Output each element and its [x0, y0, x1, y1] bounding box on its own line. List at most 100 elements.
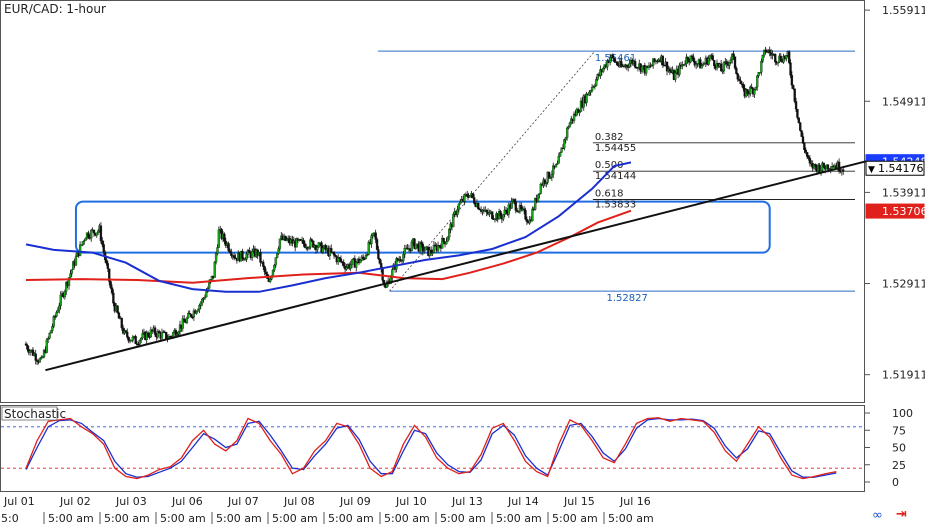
candle-body: [589, 90, 592, 93]
candle-body: [334, 255, 337, 257]
candle-body: [45, 339, 48, 353]
stochastic-tick-label: 75: [892, 424, 906, 437]
candle-body: [539, 183, 542, 194]
candle-body: [764, 49, 767, 52]
candle-body: [196, 309, 200, 312]
candle-body: [473, 197, 476, 204]
candle-body: [837, 161, 841, 172]
candle-body: [414, 244, 418, 249]
candle-body: [47, 338, 50, 341]
candle-body: [806, 152, 809, 157]
candle-body: [138, 340, 141, 345]
candle-body: [241, 250, 244, 259]
forex-chart[interactable]: 1.55911 1.54911 1.53911 1.52911 1.51911 100 7…: [0, 0, 925, 525]
candle-body: [106, 263, 110, 269]
candle-body: [332, 252, 336, 256]
candle-body: [227, 243, 230, 251]
candle-body: [445, 241, 448, 245]
candle-body: [158, 331, 161, 334]
candle-body: [274, 257, 277, 266]
candle-body: [738, 79, 741, 81]
candle-body: [524, 210, 527, 220]
candle-body: [826, 164, 830, 170]
candle-body: [457, 203, 461, 210]
candle-body: [842, 169, 845, 172]
candle-body: [381, 268, 384, 281]
candle-body: [56, 309, 60, 313]
time-label: 5:00 am: [272, 512, 318, 525]
candle-body: [364, 255, 368, 259]
candle-body: [101, 240, 104, 245]
candle-body: [264, 271, 268, 275]
candle-body: [742, 84, 745, 89]
candle-body: [402, 254, 405, 261]
candle-body: [750, 86, 753, 89]
candle-body: [273, 264, 276, 271]
candle-body: [216, 247, 219, 254]
candle-body: [758, 72, 762, 74]
time-label: 5:00 am: [552, 512, 598, 525]
swing-low-label: 1.52827: [607, 293, 648, 304]
candle-body: [768, 49, 771, 53]
candle-body: [491, 211, 494, 219]
candle-body: [797, 117, 800, 123]
candle-body: [63, 291, 66, 298]
candle-body: [385, 284, 388, 288]
stochastic-panel: [0, 405, 865, 492]
candle-body: [171, 332, 175, 337]
time-label: 5:00 am: [160, 512, 206, 525]
candle-body: [504, 209, 508, 212]
candle-body: [578, 111, 581, 114]
candle-body: [263, 266, 266, 273]
current-price-arrow-icon: ▼: [868, 165, 875, 175]
candle-body: [785, 55, 788, 59]
candle-body: [733, 56, 737, 69]
stochastic-tick-label: 25: [892, 459, 906, 472]
candle-body: [753, 89, 756, 95]
candle-body: [176, 334, 179, 336]
candle-body: [633, 61, 637, 68]
candle-body: [822, 162, 825, 168]
time-label-start: 5:0: [1, 512, 19, 525]
candle-body: [338, 257, 341, 259]
time-label: 5:00 am: [440, 512, 486, 525]
candle-body: [442, 238, 445, 242]
candle-body: [520, 205, 523, 210]
candle-body: [213, 262, 216, 278]
candle-body: [126, 331, 129, 338]
candle-body: [120, 317, 123, 328]
candle-body: [95, 232, 98, 236]
date-label: Jul 06: [171, 495, 203, 508]
time-label: 5:00 am: [216, 512, 262, 525]
candle-body: [563, 139, 566, 149]
candle-body: [59, 294, 62, 306]
candle-body: [804, 149, 807, 153]
scroll-to-end-icon[interactable]: ⇥: [896, 507, 907, 522]
candle-body: [81, 241, 85, 245]
candle-body: [131, 336, 134, 341]
candle-body: [592, 86, 595, 88]
candle-body: [796, 108, 799, 118]
link-icon[interactable]: ∞: [872, 508, 883, 523]
candle-body: [366, 254, 369, 256]
candle-body: [801, 136, 805, 144]
candle-body: [97, 230, 100, 233]
time-label: 5:00 am: [104, 512, 150, 525]
candle-body: [29, 350, 32, 353]
candle-body: [514, 201, 517, 211]
stochastic-tick-label: 0: [892, 476, 899, 489]
candle-body: [316, 247, 319, 251]
candle-body: [468, 195, 472, 198]
candle-body: [550, 174, 554, 178]
date-label: Jul 10: [395, 495, 427, 508]
price-axis: 1.55911 1.54911 1.53911 1.52911 1.51911: [864, 4, 925, 382]
candle-body: [739, 80, 742, 84]
candle-body: [109, 281, 112, 288]
candle-body: [595, 79, 598, 86]
candle-body: [153, 327, 157, 335]
candle-body: [650, 65, 653, 67]
candle-body: [686, 56, 689, 61]
candle-body: [342, 262, 345, 267]
candle-body: [803, 143, 806, 151]
candle-body: [588, 91, 591, 96]
